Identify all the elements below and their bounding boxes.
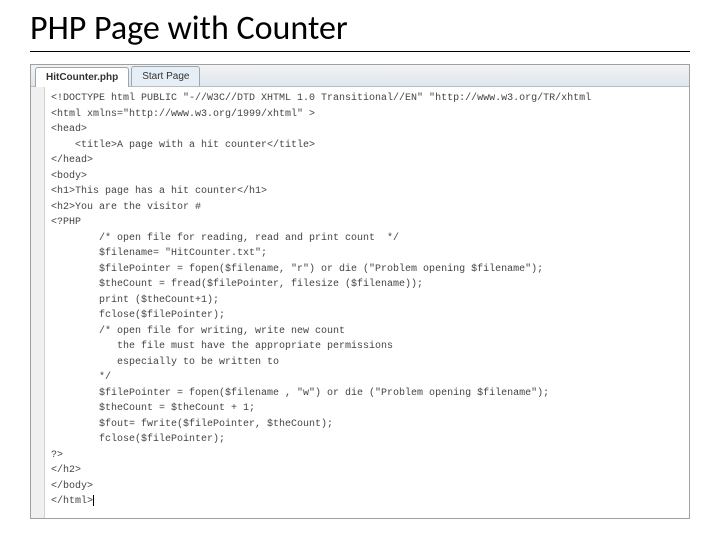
code-line: fclose($filePointer); bbox=[51, 432, 591, 448]
code-line: <!DOCTYPE html PUBLIC "-//W3C//DTD XHTML… bbox=[51, 91, 591, 107]
code-line: */ bbox=[51, 370, 591, 386]
code-line: </head> bbox=[51, 153, 591, 169]
code-line: $filePointer = fopen($filename , "w") or… bbox=[51, 386, 591, 402]
title-underline bbox=[30, 51, 690, 52]
code-line: <?PHP bbox=[51, 215, 591, 231]
tab-bar: HitCounter.php Start Page bbox=[31, 65, 689, 87]
code-line: <title>A page with a hit counter</title> bbox=[51, 138, 591, 154]
code-line: the file must have the appropriate permi… bbox=[51, 339, 591, 355]
code-line: </body> bbox=[51, 479, 591, 495]
code-line: especially to be written to bbox=[51, 355, 591, 371]
code-line: </html> bbox=[51, 494, 591, 510]
tab-hitcounter[interactable]: HitCounter.php bbox=[35, 67, 129, 88]
code-line: <head> bbox=[51, 122, 591, 138]
code-line: <html xmlns="http://www.w3.org/1999/xhtm… bbox=[51, 107, 591, 123]
line-gutter bbox=[31, 87, 45, 518]
slide-title: PHP Page with Counter bbox=[0, 0, 720, 51]
code-line: </h2> bbox=[51, 463, 591, 479]
code-line: /* open file for reading, read and print… bbox=[51, 231, 591, 247]
code-line: /* open file for writing, write new coun… bbox=[51, 324, 591, 340]
code-line: $fout= fwrite($filePointer, $theCount); bbox=[51, 417, 591, 433]
code-line: <body> bbox=[51, 169, 591, 185]
code-line: $theCount = fread($filePointer, filesize… bbox=[51, 277, 591, 293]
code-line: fclose($filePointer); bbox=[51, 308, 591, 324]
code-editor: HitCounter.php Start Page <!DOCTYPE html… bbox=[30, 64, 690, 519]
code-line: <h1>This page has a hit counter</h1> bbox=[51, 184, 591, 200]
tab-startpage[interactable]: Start Page bbox=[131, 66, 200, 87]
code-line: $filePointer = fopen($filename, "r") or … bbox=[51, 262, 591, 278]
code-line: $filename= "HitCounter.txt"; bbox=[51, 246, 591, 262]
code-line: $theCount = $theCount + 1; bbox=[51, 401, 591, 417]
code-line: ?> bbox=[51, 448, 591, 464]
code-line: <h2>You are the visitor # bbox=[51, 200, 591, 216]
code-line: print ($theCount+1); bbox=[51, 293, 591, 309]
text-cursor bbox=[93, 495, 94, 506]
editor-body: <!DOCTYPE html PUBLIC "-//W3C//DTD XHTML… bbox=[31, 87, 689, 518]
code-content: <!DOCTYPE html PUBLIC "-//W3C//DTD XHTML… bbox=[45, 87, 597, 518]
